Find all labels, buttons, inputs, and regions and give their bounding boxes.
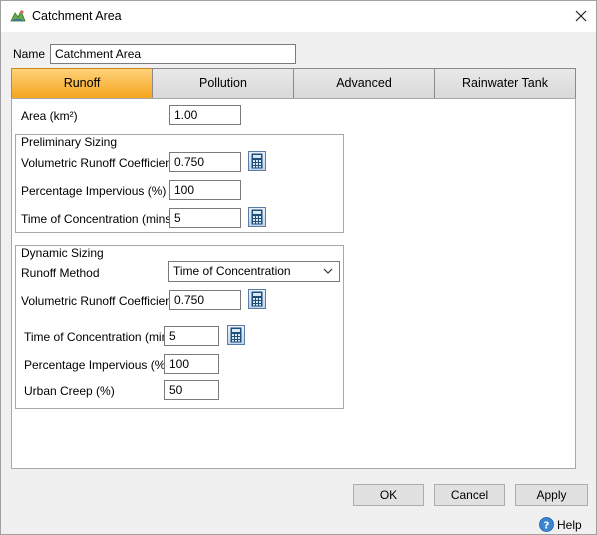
dynamic-vrc-calculator-button[interactable]	[248, 289, 266, 309]
dynamic-toc-label: Time of Concentration (mins)	[24, 330, 179, 344]
window-title: Catchment Area	[32, 9, 122, 23]
cancel-button[interactable]: Cancel	[434, 484, 505, 506]
dynamic-sizing-title: Dynamic Sizing	[19, 246, 106, 260]
prelim-toc-input[interactable]: 5	[169, 208, 241, 228]
area-label: Area (km²)	[21, 109, 78, 123]
preliminary-sizing-title: Preliminary Sizing	[19, 135, 120, 149]
prelim-toc-calculator-button[interactable]	[248, 207, 266, 227]
calculator-icon	[251, 291, 263, 307]
dynamic-vrc-label: Volumetric Runoff Coefficient	[21, 294, 176, 308]
name-label: Name	[13, 47, 46, 61]
prelim-pct-impervious-label: Percentage Impervious (%)	[21, 184, 167, 198]
calculator-icon	[251, 153, 263, 169]
dynamic-vrc-input[interactable]: 0.750	[169, 290, 241, 310]
dialog-window: Catchment Area Name Catchment Area Runof…	[0, 0, 597, 535]
svg-text:?: ?	[544, 521, 550, 532]
area-input[interactable]: 1.00	[169, 105, 241, 125]
urban-creep-input[interactable]: 50	[164, 380, 219, 400]
prelim-vrc-input[interactable]: 0.750	[169, 152, 241, 172]
ok-button[interactable]: OK	[353, 484, 424, 506]
runoff-method-label: Runoff Method	[21, 266, 100, 280]
apply-button[interactable]: Apply	[515, 484, 588, 506]
close-icon[interactable]	[569, 5, 593, 27]
calculator-icon	[251, 209, 263, 225]
catchment-app-icon	[10, 10, 26, 22]
runoff-method-value: Time of Concentration	[173, 264, 291, 278]
dynamic-pct-impervious-label: Percentage Impervious (%)	[24, 358, 170, 372]
prelim-vrc-calculator-button[interactable]	[248, 151, 266, 171]
help-icon[interactable]: ?	[539, 517, 554, 532]
calculator-icon	[230, 327, 242, 343]
runoff-method-select[interactable]: Time of Concentration	[168, 261, 340, 282]
help-link[interactable]: Help	[557, 518, 582, 532]
dynamic-pct-impervious-input[interactable]: 100	[164, 354, 219, 374]
dynamic-toc-input[interactable]: 5	[164, 326, 219, 346]
prelim-pct-impervious-input[interactable]: 100	[169, 180, 241, 200]
tab-runoff[interactable]: Runoff	[11, 68, 153, 99]
prelim-vrc-label: Volumetric Runoff Coefficient	[21, 156, 176, 170]
urban-creep-label: Urban Creep (%)	[24, 384, 115, 398]
title-bar: Catchment Area	[1, 1, 596, 32]
name-input[interactable]: Catchment Area	[50, 44, 296, 64]
prelim-toc-label: Time of Concentration (mins)	[21, 212, 176, 226]
dynamic-toc-calculator-button[interactable]	[227, 325, 245, 345]
tab-strip: Runoff Pollution Advanced Rainwater Tank	[11, 68, 576, 99]
tab-rainwater-tank[interactable]: Rainwater Tank	[434, 68, 576, 99]
tab-pollution[interactable]: Pollution	[152, 68, 294, 99]
tab-advanced[interactable]: Advanced	[293, 68, 435, 99]
chevron-down-icon	[323, 268, 333, 274]
